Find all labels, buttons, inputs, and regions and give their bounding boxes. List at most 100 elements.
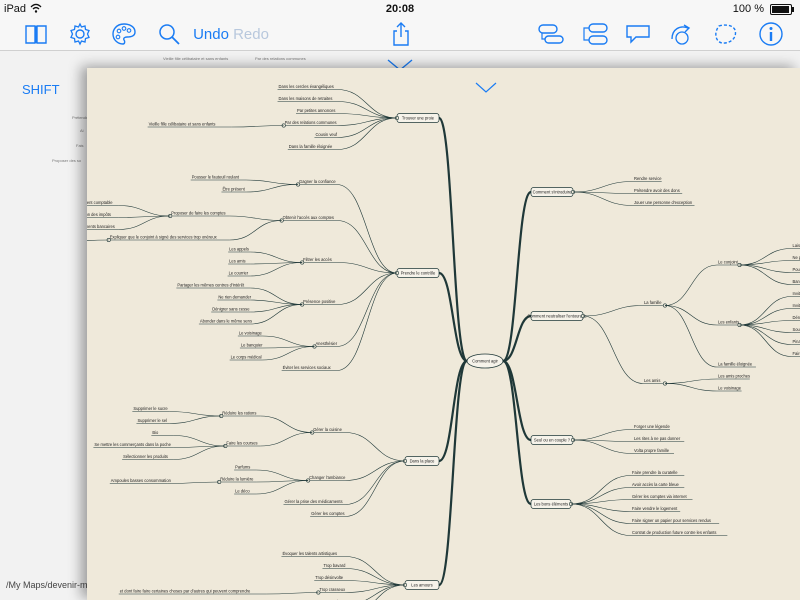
node-label[interactable]: Faire vendre le logement xyxy=(632,506,678,511)
palette-icon[interactable] xyxy=(110,20,138,48)
node-label[interactable]: Obtenir l'accès aux comptes xyxy=(283,215,334,220)
node-label[interactable]: Le conjoint xyxy=(718,260,739,265)
node-label[interactable]: Dans la place xyxy=(410,459,436,464)
node-label[interactable]: Éviter les services sociaux xyxy=(283,365,331,370)
node-label[interactable]: Ne pas agir pour soulager xyxy=(793,255,800,260)
node-label[interactable]: Les amis xyxy=(644,378,660,383)
node-label[interactable]: Gérer la cuisine xyxy=(313,427,342,432)
node-label[interactable]: Trop bavard xyxy=(323,563,346,568)
node-label[interactable]: Contrat de production future contre les … xyxy=(632,530,716,535)
search-icon[interactable] xyxy=(155,20,183,48)
node-label[interactable]: Pinaiser fou et gendre xyxy=(793,339,800,344)
node-label[interactable]: Expliquer que le conjoint à signé des se… xyxy=(110,235,217,240)
node-label[interactable]: Faire les rapprochements bancaires xyxy=(87,224,115,229)
node-label[interactable]: Faire les courses xyxy=(226,441,257,446)
node-label[interactable]: Proposer de faire les comptes xyxy=(171,211,225,216)
node-label[interactable]: Jouer une personne d'exception xyxy=(634,200,693,205)
add-node-icon[interactable] xyxy=(536,20,566,48)
node-label[interactable]: Souligner leur absence en toute occasion xyxy=(793,327,800,332)
node-label[interactable]: Sélectionner les produits xyxy=(123,454,168,459)
node-label[interactable]: et dont faire faire certaines choses par… xyxy=(120,589,251,594)
node-label[interactable]: Bio xyxy=(152,430,159,435)
node-label[interactable]: Gérer les comptes xyxy=(311,511,344,516)
node-label[interactable]: Changer l'ambiance xyxy=(309,475,346,480)
node-label[interactable]: Réduire la lumière xyxy=(220,477,254,482)
node-label[interactable]: Aider à la déclaration des impôts xyxy=(87,212,111,217)
node-label[interactable]: Réduire les rations xyxy=(222,411,256,416)
node-label[interactable]: Par des relations communes xyxy=(285,120,337,125)
node-label[interactable]: Ampoules basses consommation xyxy=(111,478,172,483)
node-label[interactable]: Dénigrer sans cesse xyxy=(212,307,250,312)
node-label[interactable]: Le voisinage xyxy=(718,386,742,391)
node-label[interactable]: Pousser à une solution externe xyxy=(793,267,800,272)
node-label[interactable]: Gagner la confiance xyxy=(299,179,336,184)
undo-button[interactable]: Undo xyxy=(192,20,230,48)
node-label[interactable]: Ne rien demander xyxy=(218,295,251,300)
info-icon[interactable] xyxy=(757,20,785,48)
node-label[interactable]: Les amis proches xyxy=(718,374,750,379)
node-label[interactable]: Cousin veuf xyxy=(315,132,337,137)
relation-icon[interactable] xyxy=(667,20,695,48)
node-label[interactable]: Les rites à ne pas donner xyxy=(634,436,681,441)
node-label[interactable]: Évoquer les talents artistiques xyxy=(282,551,337,556)
node-label[interactable]: Faire prendre la curatelle xyxy=(632,470,678,475)
book-icon[interactable] xyxy=(22,20,50,48)
node-label[interactable]: Comment agir xyxy=(472,359,498,364)
redo-button[interactable]: Redo xyxy=(233,20,269,48)
node-label[interactable]: Faire signer un papier pour services ren… xyxy=(632,518,711,523)
node-label[interactable]: Les amis xyxy=(229,259,245,264)
node-label[interactable]: Banaliser les troubles xyxy=(793,279,800,284)
node-label[interactable]: Être présent xyxy=(222,187,245,192)
node-label[interactable]: Inviter sur leur supposée avarice xyxy=(793,303,800,308)
node-label[interactable]: Rendre service xyxy=(634,176,662,181)
node-label[interactable]: Volta propre famille xyxy=(634,448,670,453)
node-label[interactable]: Laisser les problèmes s'intensifier xyxy=(793,243,800,248)
node-label[interactable]: Le déco xyxy=(235,489,250,494)
node-label[interactable]: Présence positive xyxy=(303,299,336,304)
node-label[interactable]: Forger une légende xyxy=(634,424,670,429)
node-label[interactable]: Trop crasseux xyxy=(319,587,345,592)
node-label[interactable]: Avoir accès la carte bleue xyxy=(632,482,680,487)
node-label[interactable]: Dans les cercles évangéliques xyxy=(279,84,334,89)
gear-icon[interactable] xyxy=(66,20,94,48)
node-label[interactable]: Le corps médical xyxy=(231,355,262,360)
mindmap-canvas[interactable]: Comment agir Trouver une proie Dans les ce… xyxy=(87,68,800,600)
node-label[interactable]: Prendre le contrôle xyxy=(401,271,436,276)
node-label[interactable]: Se mettre les commerçants dans la poche xyxy=(94,442,171,447)
node-label[interactable]: La famille xyxy=(644,300,662,305)
node-label[interactable]: La famille éloignée xyxy=(718,362,753,367)
note-icon[interactable] xyxy=(624,20,652,48)
node-label[interactable]: Partager les mêmes centres d'intérêt xyxy=(177,283,245,288)
node-label[interactable]: Inviter sur leur absence xyxy=(793,291,800,296)
node-label[interactable]: Pousser le fauteuil roulant xyxy=(192,175,240,180)
node-label[interactable]: Trouver une proie xyxy=(402,116,435,121)
boundary-icon[interactable] xyxy=(712,20,740,48)
node-label[interactable]: Filtrer les accès xyxy=(303,257,332,262)
node-label[interactable]: Les enfants xyxy=(718,320,739,325)
node-label[interactable]: Par petites annonces xyxy=(297,108,335,113)
node-label[interactable]: Les appels xyxy=(229,247,249,252)
node-label[interactable]: Vieille fille célibataire et sans enfant… xyxy=(149,122,216,127)
node-label[interactable]: Parfums xyxy=(235,465,250,470)
node-label[interactable]: Dans la famille éloignée xyxy=(289,144,333,149)
node-label[interactable]: Les bons éléments xyxy=(534,502,568,507)
share-icon[interactable] xyxy=(388,20,414,48)
node-label[interactable]: Comment neutraliser l'entourage xyxy=(527,314,587,319)
add-sibling-icon[interactable] xyxy=(580,20,610,48)
node-label[interactable]: Supprimer le sucre xyxy=(133,406,168,411)
node-label[interactable]: Trop désinvolte xyxy=(315,575,344,580)
node-label[interactable]: Seul ou en couple ? xyxy=(534,438,571,443)
node-label[interactable]: Les amours xyxy=(411,583,432,588)
node-label[interactable]: Prétendre être un excellent comptable xyxy=(87,200,113,205)
shift-label[interactable]: SHIFT xyxy=(22,82,60,97)
node-label[interactable]: Comment s'introduire xyxy=(533,190,572,195)
node-label[interactable]: Prétendre avoir des dons xyxy=(634,188,680,193)
node-label[interactable]: Abonder dans le même sens xyxy=(200,319,252,324)
node-label[interactable]: Supprimer le sel xyxy=(137,418,167,423)
node-label[interactable]: Dans les maisons de retraites xyxy=(279,96,333,101)
node-label[interactable]: Le courrier xyxy=(229,271,249,276)
node-label[interactable]: Faire remarquer les défauts des petits e… xyxy=(793,351,800,356)
node-label[interactable]: Gérer la prise des médicaments xyxy=(285,499,343,504)
node-label[interactable]: Dénigrer les belles familles xyxy=(793,315,800,320)
node-label[interactable]: Gérer les comptes via internet xyxy=(632,494,687,499)
